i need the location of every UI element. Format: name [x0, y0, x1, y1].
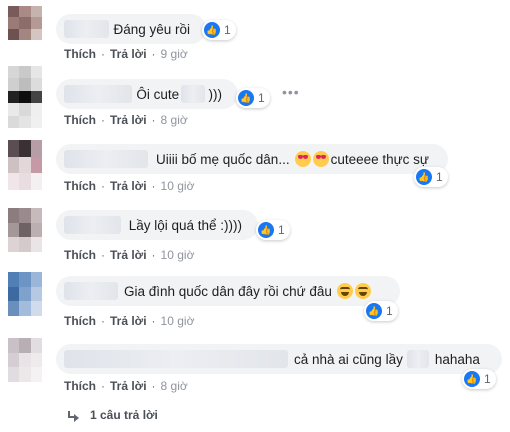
avatar[interactable]	[8, 272, 42, 316]
comment-bubble: Đáng yêu rồi	[56, 14, 206, 44]
reaction-count-badge[interactable]: 👍 1	[364, 301, 398, 321]
heart-eyes-emoji-icon	[294, 151, 311, 167]
timestamp[interactable]: 8 giờ	[161, 379, 188, 393]
separator: ·	[151, 47, 156, 61]
comment-actions: Thích · Trả lời · 10 giờ	[64, 248, 194, 262]
redacted-name	[64, 20, 110, 38]
reaction-count-badge[interactable]: 👍 1	[462, 369, 496, 389]
comment-text: Uiiii bố mẹ quốc dân...	[156, 151, 290, 167]
redacted-name	[64, 282, 118, 300]
comment-bubble: cả nhà ai cũng lầy hahaha	[56, 344, 502, 374]
redacted-name	[64, 85, 133, 103]
separator: ·	[101, 179, 105, 193]
reply-link[interactable]: Trả lời	[110, 179, 147, 193]
comment-text: hahaha	[434, 351, 480, 367]
reply-link[interactable]: Trả lời	[110, 47, 147, 61]
comment-actions: Thích · Trả lời · 10 giờ	[64, 314, 194, 328]
separator: ·	[101, 113, 105, 127]
reaction-count: 1	[278, 223, 285, 237]
like-link[interactable]: Thích	[64, 248, 96, 262]
like-link[interactable]: Thích	[64, 179, 96, 193]
reaction-count: 1	[386, 304, 393, 318]
comment-text: Ôi cute	[136, 86, 180, 102]
comment-actions: Thích · Trả lời · 9 giờ	[64, 47, 188, 61]
replies-count-label: 1 câu trả lời	[90, 408, 158, 422]
timestamp[interactable]: 10 giờ	[161, 314, 195, 328]
reaction-count: 1	[436, 170, 443, 184]
reply-link[interactable]: Trả lời	[110, 379, 147, 393]
reaction-count-badge[interactable]: 👍 1	[236, 88, 270, 108]
comment-text: cả nhà ai cũng lầy	[294, 351, 403, 367]
redacted-name	[64, 350, 288, 368]
thumbs-up-icon: 👍	[258, 222, 274, 238]
like-link[interactable]: Thích	[64, 314, 96, 328]
comment-bubble: Gia đình quốc dân đây rồi chứ đâu	[56, 276, 400, 306]
comment-text: Đáng yêu rồi	[113, 21, 190, 37]
timestamp[interactable]: 10 giờ	[161, 179, 195, 193]
reaction-count-badge[interactable]: 👍 1	[256, 220, 290, 240]
comment-text: cuteeee thực sự	[330, 151, 429, 167]
comment-text: Gia đình quốc dân đây rồi chứ đâu	[124, 283, 332, 299]
comment-bubble: Ôi cute )))	[56, 79, 238, 109]
separator: ·	[151, 248, 156, 262]
heart-eyes-emoji-icon	[312, 151, 329, 167]
separator: ·	[151, 314, 156, 328]
comment-actions: Thích · Trả lời · 8 giờ	[64, 113, 188, 127]
separator: ·	[101, 47, 105, 61]
thumbs-up-icon: 👍	[366, 303, 382, 319]
redacted-name	[64, 150, 148, 168]
separator: ·	[151, 379, 156, 393]
avatar[interactable]	[8, 66, 42, 128]
laughing-emoji-icon	[354, 283, 371, 299]
separator: ·	[151, 179, 156, 193]
thumbs-up-icon: 👍	[204, 22, 220, 38]
laughing-emoji-icon	[336, 283, 353, 299]
comment-bubble: Lầy lội quá thể :))))	[56, 210, 258, 240]
reaction-count: 1	[224, 23, 231, 37]
comment-text: Lầy lội quá thể :))))	[128, 217, 242, 233]
avatar[interactable]	[8, 140, 42, 190]
view-replies-link[interactable]: 1 câu trả lời	[68, 408, 158, 422]
reaction-count: 1	[258, 91, 265, 105]
redacted-text	[406, 350, 429, 368]
timestamp[interactable]: 8 giờ	[161, 113, 188, 127]
reply-link[interactable]: Trả lời	[110, 314, 147, 328]
avatar[interactable]	[8, 208, 42, 252]
thumbs-up-icon: 👍	[464, 371, 480, 387]
like-link[interactable]: Thích	[64, 379, 96, 393]
like-link[interactable]: Thích	[64, 113, 96, 127]
reply-link[interactable]: Trả lời	[110, 113, 147, 127]
separator: ·	[101, 314, 105, 328]
reaction-count-badge[interactable]: 👍 1	[202, 20, 236, 40]
separator: ·	[101, 248, 105, 262]
redacted-name	[64, 216, 121, 234]
reply-link[interactable]: Trả lời	[110, 248, 147, 262]
comment-actions: Thích · Trả lời · 8 giờ	[64, 379, 188, 393]
timestamp[interactable]: 10 giờ	[161, 248, 195, 262]
like-link[interactable]: Thích	[64, 47, 96, 61]
timestamp[interactable]: 9 giờ	[161, 47, 188, 61]
comment-bubble: Uiiii bố mẹ quốc dân... cuteeee thực sự	[56, 144, 448, 174]
avatar[interactable]	[8, 338, 42, 382]
reaction-count: 1	[484, 372, 491, 386]
avatar[interactable]	[8, 6, 42, 40]
thumbs-up-icon: 👍	[416, 169, 432, 185]
separator: ·	[151, 113, 156, 127]
comment-text: )))	[208, 86, 223, 102]
comment-actions: Thích · Trả lời · 10 giờ	[64, 179, 194, 193]
more-options-icon[interactable]: •••	[282, 84, 300, 100]
reaction-count-badge[interactable]: 👍 1	[414, 167, 448, 187]
redacted-text	[181, 85, 205, 103]
reply-arrow-icon	[68, 411, 79, 422]
separator: ·	[101, 379, 105, 393]
thumbs-up-icon: 👍	[238, 90, 254, 106]
